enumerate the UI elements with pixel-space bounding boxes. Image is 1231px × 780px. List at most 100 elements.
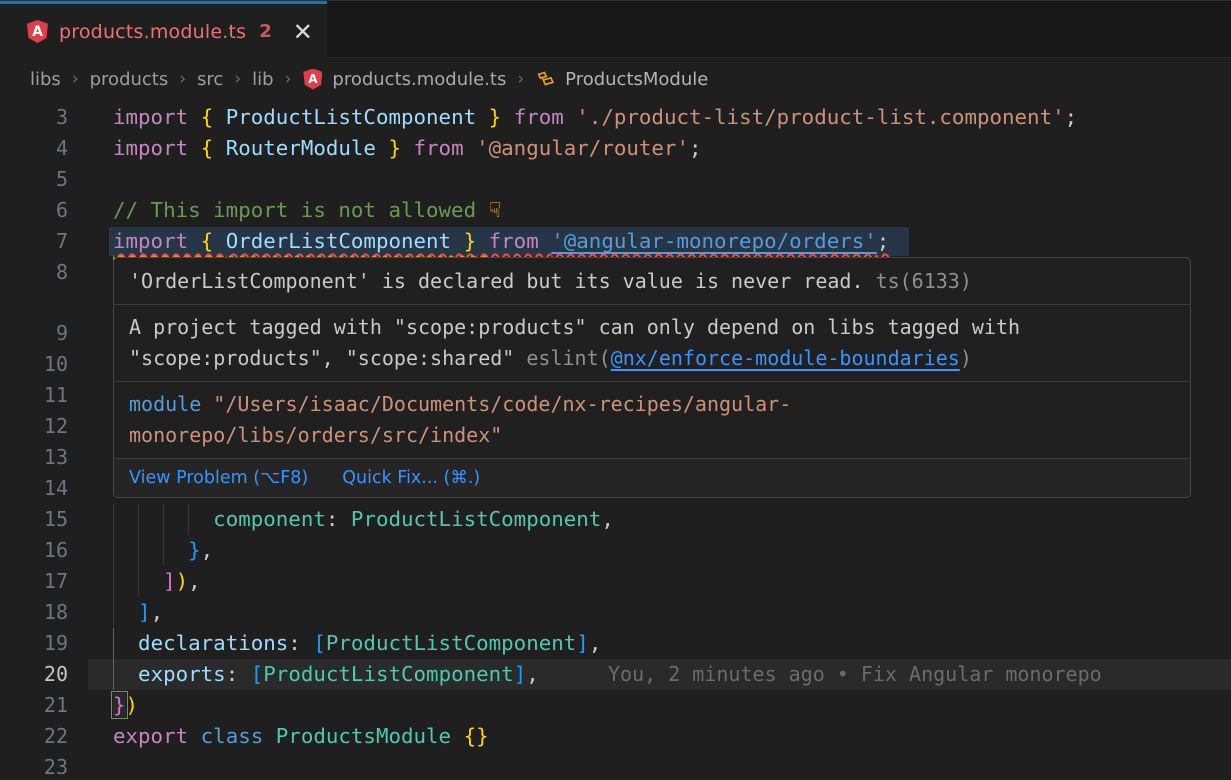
code-text: import { ProductListComponent } from './… <box>113 105 1077 129</box>
code-token: {} <box>464 724 489 748</box>
indent-guide <box>138 504 139 535</box>
code-text: declarations: [ProductListComponent], <box>113 631 601 655</box>
breadcrumb-item-src[interactable]: src <box>197 69 223 90</box>
line-number[interactable]: 15 <box>0 504 68 535</box>
line-number[interactable]: 11 <box>0 380 68 411</box>
angular-icon: A <box>303 69 322 90</box>
tab-bar: A products.module.ts 2 ✕ <box>0 0 1231 58</box>
line-number[interactable]: 12 <box>0 411 68 442</box>
code-token[interactable]: '@angular-monorepo/orders' <box>551 229 877 253</box>
eslint-rule-link[interactable]: @nx/enforce-module-boundaries <box>611 346 960 370</box>
line-number[interactable]: 16 <box>0 535 68 566</box>
breadcrumb: libs › products › src › lib › A products… <box>0 58 1231 100</box>
code-token <box>451 724 464 748</box>
code-token: from <box>501 105 576 129</box>
quick-fix-button[interactable]: Quick Fix... (⌘.) <box>342 468 480 488</box>
line-number[interactable]: 23 <box>0 752 68 780</box>
hover-eslint-line1: A project tagged with "scope:products" c… <box>129 312 1175 343</box>
code-line[interactable]: exports: [ProductListComponent],You, 2 m… <box>113 659 539 690</box>
line-number[interactable]: 4 <box>0 133 68 164</box>
hover-eslint-diagnostic: A project tagged with "scope:products" c… <box>114 304 1190 381</box>
code-token: // This import is not allowed <box>113 198 489 222</box>
line-number[interactable]: 13 <box>0 442 68 473</box>
line-number[interactable]: 22 <box>0 721 68 752</box>
code-line[interactable]: declarations: [ProductListComponent], <box>113 628 601 659</box>
hover-ts-code: ts(6133) <box>876 269 972 293</box>
chevron-right-icon: › <box>283 69 294 89</box>
code-token: , <box>526 662 539 686</box>
line-number[interactable]: 18 <box>0 597 68 628</box>
vscode-window: A products.module.ts 2 ✕ libs › products… <box>0 0 1231 780</box>
line-number[interactable]: 9 <box>0 318 68 349</box>
indent-guide <box>113 504 114 535</box>
breadcrumb-item-symbol[interactable]: ProductsModule <box>565 69 708 90</box>
chevron-right-icon: › <box>232 69 243 89</box>
code-token: ☟ <box>489 198 502 222</box>
code-token: ProductListComponent <box>226 105 476 129</box>
tab-products-module[interactable]: A products.module.ts 2 ✕ <box>0 1 327 59</box>
code-token: , <box>201 538 214 562</box>
code-line[interactable]: import { OrderListComponent } from '@ang… <box>113 226 889 257</box>
code-line[interactable]: ]), <box>113 566 201 597</box>
editor[interactable]: 'OrderListComponent' is declared but its… <box>0 100 1231 780</box>
code-line[interactable]: }, <box>113 535 213 566</box>
indent-guide <box>163 504 164 535</box>
code-token: [ <box>313 631 326 655</box>
code-line[interactable]: import { ProductListComponent } from './… <box>113 102 1077 133</box>
code-line[interactable]: export class ProductsModule {} <box>113 721 489 752</box>
tab-label: products.module.ts <box>59 21 246 43</box>
code-token: } <box>376 136 401 160</box>
error-squiggle-text: import { OrderListComponent } from '@ang… <box>113 229 889 253</box>
code-token: ) <box>126 693 139 717</box>
code-token: [ <box>251 662 264 686</box>
code-token: , <box>589 631 602 655</box>
angular-icon: A <box>27 20 48 43</box>
line-number[interactable]: 20 <box>0 659 68 690</box>
code-token: } <box>476 105 501 129</box>
view-problem-button[interactable]: View Problem (⌥F8) <box>129 468 308 488</box>
code-line[interactable]: import { RouterModule } from '@angular/r… <box>113 133 702 164</box>
code-token: ] <box>576 631 589 655</box>
line-number[interactable]: 10 <box>0 349 68 380</box>
code-token: component <box>213 507 326 531</box>
line-number[interactable]: 5 <box>0 164 68 195</box>
line-number[interactable]: 17 <box>0 566 68 597</box>
chevron-right-icon: › <box>70 69 81 89</box>
line-number[interactable]: 8 <box>0 257 68 288</box>
breadcrumb-item-libs[interactable]: libs <box>30 69 61 90</box>
line-number[interactable]: 3 <box>0 102 68 133</box>
code-token: ; <box>877 229 890 253</box>
code-token: ] <box>138 600 151 624</box>
code-token: { <box>201 136 226 160</box>
code-token: OrderListComponent <box>226 229 451 253</box>
code-token: } <box>113 693 126 717</box>
line-number[interactable]: 6 <box>0 195 68 226</box>
active-indent-guide <box>113 659 114 690</box>
code-line[interactable]: component: ProductListComponent, <box>113 504 614 535</box>
line-number[interactable]: 7 <box>0 226 68 257</box>
code-token: } <box>451 229 476 253</box>
code-line[interactable]: ], <box>113 597 163 628</box>
code-text: export class ProductsModule {} <box>113 724 489 748</box>
close-icon[interactable]: ✕ <box>293 20 313 44</box>
breadcrumb-item-lib[interactable]: lib <box>252 69 273 90</box>
code-token: ProductListComponent <box>351 507 601 531</box>
code-text: exports: [ProductListComponent], <box>113 662 539 686</box>
breadcrumb-item-file[interactable]: products.module.ts <box>332 69 506 90</box>
code-token: , <box>188 569 201 593</box>
code-token: import <box>113 136 201 160</box>
breadcrumb-item-products[interactable]: products <box>90 69 169 90</box>
code-token <box>113 538 188 562</box>
code-token <box>113 631 138 655</box>
code-line[interactable]: // This import is not allowed ☟ <box>113 195 501 226</box>
indent-guide <box>113 535 114 566</box>
code-token: import <box>113 229 201 253</box>
line-number[interactable]: 19 <box>0 628 68 659</box>
code-token: export <box>113 724 201 748</box>
line-number[interactable]: 21 <box>0 690 68 721</box>
indent-guide <box>138 566 139 597</box>
code-token: ] <box>163 569 176 593</box>
code-token: ; <box>1065 105 1078 129</box>
code-line[interactable]: }) <box>113 690 138 721</box>
line-number[interactable]: 14 <box>0 473 68 504</box>
